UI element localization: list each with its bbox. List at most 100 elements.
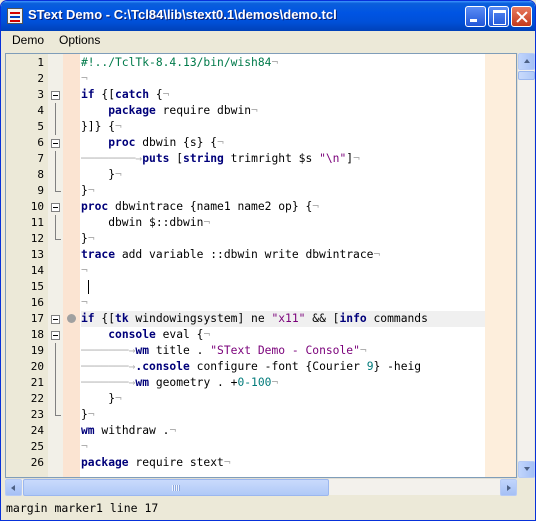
code-text[interactable]: package require dbwin¬ xyxy=(81,103,485,119)
fold-toggle-icon[interactable] xyxy=(51,331,60,340)
code-line[interactable]: 1 #!../TclTk-8.4.13/bin/wish84¬ xyxy=(6,55,516,71)
status-text: margin marker1 line 17 xyxy=(6,501,159,515)
menu-demo[interactable]: Demo xyxy=(12,33,44,47)
code-text[interactable]: ¬ xyxy=(81,71,485,87)
line-number: 21 xyxy=(30,376,44,389)
code-line[interactable]: 2 ¬ xyxy=(6,71,516,87)
maximize-button[interactable] xyxy=(488,6,509,27)
code-text[interactable]: }¬ xyxy=(81,391,485,407)
code-text[interactable]: if {[catch {¬ xyxy=(81,87,485,103)
code-line[interactable]: 20 ───────→.console configure -font {Cour… xyxy=(6,359,516,375)
line-number: 8 xyxy=(37,168,44,181)
fold-line xyxy=(55,167,56,183)
line-number: 22 xyxy=(30,392,44,405)
window-title: SText Demo - C:\Tcl84\lib\stext0.1\demos… xyxy=(28,7,337,22)
fold-toggle-icon[interactable] xyxy=(51,203,60,212)
code-line[interactable]: 3 if {[catch {¬ xyxy=(6,87,516,103)
code-text[interactable]: ───────→.console configure -font {Courie… xyxy=(81,359,485,375)
line-number: 4 xyxy=(37,104,44,117)
code-text[interactable]: }]} {¬ xyxy=(81,119,485,135)
code-text[interactable]: if {[tk windowingsystem] ne "x11" && [in… xyxy=(81,311,485,327)
code-editor[interactable]: 1 #!../TclTk-8.4.13/bin/wish84¬ 2 ¬ 3 if {[ca… xyxy=(5,53,517,478)
code-line[interactable]: 21 ───────→wm geometry . +0-100¬ xyxy=(6,375,516,391)
code-line[interactable]: 5 }]} {¬ xyxy=(6,119,516,135)
grip-icon xyxy=(172,485,180,491)
scroll-down-button[interactable] xyxy=(518,461,535,478)
code-line[interactable]: 17 if {[tk windowingsystem] ne "x11" && [… xyxy=(6,311,516,327)
line-number: 23 xyxy=(30,408,44,421)
fold-line xyxy=(55,343,56,359)
close-button[interactable] xyxy=(511,6,532,27)
code-line[interactable]: 10 proc dbwintrace {name1 name2 op} {¬ xyxy=(6,199,516,215)
code-line[interactable]: 23 }¬ xyxy=(6,407,516,423)
fold-line xyxy=(55,151,56,167)
code-text[interactable]: ───────→wm geometry . +0-100¬ xyxy=(81,375,485,391)
code-text[interactable]: ¬ xyxy=(81,439,485,455)
code-line[interactable]: 7 ────────→puts [string trimright $s "\n"… xyxy=(6,151,516,167)
line-number: 5 xyxy=(37,120,44,133)
fold-line xyxy=(55,215,56,231)
code-line[interactable]: 9 }¬ xyxy=(6,183,516,199)
fold-end-line xyxy=(55,407,61,416)
minimize-button[interactable] xyxy=(465,6,486,27)
code-text[interactable]: }¬ xyxy=(81,231,485,247)
code-line[interactable]: 19 ───────→wm title . "SText Demo - Conso… xyxy=(6,343,516,359)
code-line[interactable]: 16 ¬ xyxy=(6,295,516,311)
code-text[interactable]: wm withdraw .¬ xyxy=(81,423,485,439)
line-number: 7 xyxy=(37,152,44,165)
horizontal-scrollbar[interactable] xyxy=(5,478,517,496)
line-number: 26 xyxy=(30,456,44,469)
scroll-up-button[interactable] xyxy=(518,53,535,70)
code-text[interactable]: ───────→wm title . "SText Demo - Console… xyxy=(81,343,485,359)
scroll-left-button[interactable] xyxy=(5,479,22,496)
code-text[interactable]: ────────→puts [string trimright $s "\n"]… xyxy=(81,151,485,167)
code-text[interactable]: console eval {¬ xyxy=(81,327,485,343)
code-line[interactable]: 15 xyxy=(6,279,516,295)
line-number: 2 xyxy=(37,72,44,85)
code-line[interactable]: 24 wm withdraw .¬ xyxy=(6,423,516,439)
text-caret xyxy=(88,280,89,294)
fold-line xyxy=(55,391,56,407)
code-text[interactable] xyxy=(81,279,485,295)
scroll-right-button[interactable] xyxy=(500,479,517,496)
line-number: 20 xyxy=(30,360,44,373)
line-number: 9 xyxy=(37,184,44,197)
fold-toggle-icon[interactable] xyxy=(51,91,60,100)
code-text[interactable]: proc dbwin {s} {¬ xyxy=(81,135,485,151)
code-text[interactable]: ¬ xyxy=(81,263,485,279)
fold-end-line xyxy=(55,231,61,240)
code-line[interactable]: 14 ¬ xyxy=(6,263,516,279)
code-line[interactable]: 6 proc dbwin {s} {¬ xyxy=(6,135,516,151)
code-line[interactable]: 22 }¬ xyxy=(6,391,516,407)
line-number: 14 xyxy=(30,264,44,277)
code-text[interactable]: }¬ xyxy=(81,183,485,199)
margin-marker-icon[interactable] xyxy=(67,314,76,323)
code-text[interactable]: package require stext¬ xyxy=(81,455,485,471)
menu-options[interactable]: Options xyxy=(59,33,100,47)
fold-end-line xyxy=(55,183,61,192)
code-text[interactable]: }¬ xyxy=(81,167,485,183)
fold-toggle-icon[interactable] xyxy=(51,315,60,324)
title-bar[interactable]: SText Demo - C:\Tcl84\lib\stext0.1\demos… xyxy=(1,1,535,31)
code-line[interactable]: 18 console eval {¬ xyxy=(6,327,516,343)
fold-toggle-icon[interactable] xyxy=(51,139,60,148)
code-text[interactable]: }¬ xyxy=(81,407,485,423)
code-line[interactable]: 25 ¬ xyxy=(6,439,516,455)
code-line[interactable]: 11 dbwin $::dbwin¬ xyxy=(6,215,516,231)
code-line[interactable]: 12}¬ xyxy=(6,231,516,247)
code-line[interactable]: 4 package require dbwin¬ xyxy=(6,103,516,119)
code-text[interactable]: #!../TclTk-8.4.13/bin/wish84¬ xyxy=(81,55,485,71)
code-line[interactable]: 26 package require stext¬ xyxy=(6,455,516,471)
code-text[interactable]: proc dbwintrace {name1 name2 op} {¬ xyxy=(81,199,485,215)
app-icon[interactable] xyxy=(7,8,23,24)
code-line[interactable]: 8 }¬ xyxy=(6,167,516,183)
line-number: 3 xyxy=(37,88,44,101)
code-line[interactable]: 13 trace add variable ::dbwin write dbwin… xyxy=(6,247,516,263)
code-text[interactable]: dbwin $::dbwin¬ xyxy=(81,215,485,231)
line-number: 11 xyxy=(30,216,44,229)
vertical-scroll-thumb[interactable] xyxy=(518,71,535,80)
code-text[interactable]: ¬ xyxy=(81,295,485,311)
horizontal-scroll-thumb[interactable] xyxy=(23,479,329,496)
vertical-scrollbar[interactable] xyxy=(517,53,535,478)
code-text[interactable]: trace add variable ::dbwin write dbwintr… xyxy=(81,247,485,263)
